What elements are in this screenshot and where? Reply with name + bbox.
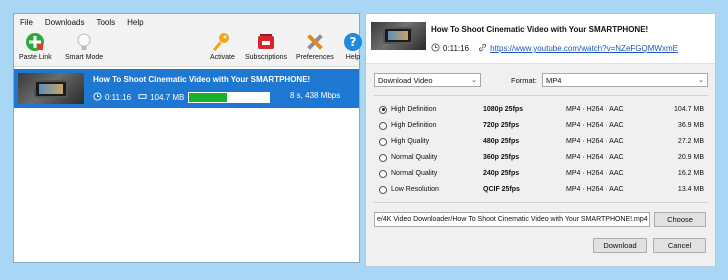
menu-help[interactable]: Help (127, 18, 143, 27)
codec-label: MP4 · H264 · AAC (566, 122, 624, 129)
download-row[interactable]: How To Shoot Cinematic Video with Your S… (14, 69, 359, 108)
help-label: Help (345, 54, 361, 61)
quality-label: Normal Quality (391, 170, 438, 177)
menu-tools[interactable]: Tools (96, 18, 115, 27)
dialog-header: How To Shoot Cinematic Video with Your S… (366, 14, 715, 64)
quality-radio[interactable] (379, 185, 387, 194)
dialog-thumbnail (371, 22, 426, 50)
size-label: 36.9 MB (677, 122, 704, 129)
codec-label: MP4 · H264 · AAC (566, 170, 624, 177)
codec-label: MP4 · H264 · AAC (566, 154, 624, 161)
subscriptions-icon (255, 31, 277, 53)
filesize-icon (138, 92, 147, 103)
codec-label: MP4 · H264 · AAC (566, 186, 624, 193)
resolution-label: QCIF 25fps (483, 186, 520, 193)
size-label: 104.7 MB (674, 106, 704, 113)
dialog-duration: 0:11:16 (443, 44, 470, 53)
toolbar: Paste Link Smart Mode Activate Subscript… (14, 30, 362, 67)
size-label: 13.4 MB (677, 186, 704, 193)
quality-label: High Definition (391, 106, 437, 113)
choose-button[interactable]: Choose (654, 212, 706, 227)
quality-option-row[interactable]: High Quality 480p 25fps MP4 · H264 · AAC 27… (379, 135, 704, 148)
quality-radio[interactable] (379, 137, 387, 146)
size-label: 27.2 MB (677, 138, 704, 145)
link-icon (478, 43, 487, 54)
save-path-value: e/4K Video Downloader/How To Shoot Cinem… (377, 216, 648, 223)
divider (374, 202, 708, 203)
download-duration: 0:11:16 (105, 92, 132, 102)
clock-icon (93, 91, 102, 103)
smart-mode-label: Smart Mode (65, 54, 104, 61)
help-icon: ? (342, 31, 364, 53)
dialog-title: How To Shoot Cinematic Video with Your S… (431, 25, 649, 34)
key-icon (211, 31, 233, 53)
download-meta: 0:11:16 104.7 MB (93, 91, 199, 103)
resolution-label: 360p 25fps (483, 154, 520, 161)
download-size: 104.7 MB (150, 92, 185, 102)
mode-select[interactable]: Download Video ⌄ (374, 73, 481, 87)
quality-radio[interactable] (379, 121, 387, 130)
preferences-button[interactable]: Preferences (296, 31, 334, 61)
quality-radio[interactable] (379, 169, 387, 178)
quality-label: Normal Quality (391, 154, 438, 161)
resolution-label: 480p 25fps (483, 138, 520, 145)
resolution-label: 720p 25fps (483, 122, 520, 129)
paste-link-icon (24, 31, 46, 53)
smart-mode-button[interactable]: Smart Mode (65, 31, 103, 61)
cancel-button[interactable]: Cancel (653, 238, 706, 253)
paste-link-label: Paste Link (19, 54, 52, 61)
quality-option-row[interactable]: Low Resolution QCIF 25fps MP4 · H264 · AAC… (379, 183, 704, 196)
video-thumbnail (18, 73, 84, 104)
size-label: 16.2 MB (677, 170, 704, 177)
codec-label: MP4 · H264 · AAC (566, 106, 624, 113)
download-title: How To Shoot Cinematic Video with Your S… (93, 75, 311, 84)
dialog-meta: 0:11:16 https://www.youtube.com/watch?v=… (431, 43, 678, 54)
codec-label: MP4 · H264 · AAC (566, 138, 624, 145)
activate-label: Activate (210, 54, 235, 61)
download-button[interactable]: Download (593, 238, 647, 253)
lightbulb-icon (73, 31, 95, 53)
chevron-down-icon: ⌄ (471, 77, 477, 84)
menu-downloads[interactable]: Downloads (45, 18, 85, 27)
help-button[interactable]: ? Help (342, 31, 364, 61)
paste-link-button[interactable]: Paste Link (19, 31, 52, 61)
format-select[interactable]: MP4 ⌄ (542, 73, 708, 87)
preferences-label: Preferences (296, 54, 334, 61)
video-url-link[interactable]: https://www.youtube.com/watch?v=NZeFGQMW… (490, 44, 678, 53)
svg-text:?: ? (350, 35, 357, 49)
subscriptions-label: Subscriptions (245, 54, 288, 61)
menu-file[interactable]: File (20, 18, 33, 27)
size-label: 20.9 MB (677, 154, 704, 161)
clock-icon (431, 43, 440, 54)
download-speed: 8 s, 438 Mbps (290, 91, 341, 100)
activate-button[interactable]: Activate (210, 31, 235, 61)
quality-label: High Quality (391, 138, 430, 145)
save-path-field[interactable]: e/4K Video Downloader/How To Shoot Cinem… (374, 212, 650, 227)
quality-radio[interactable] (379, 105, 387, 114)
quality-label: Low Resolution (391, 186, 439, 193)
quality-option-row[interactable]: High Definition 720p 25fps MP4 · H264 · AA… (379, 119, 704, 132)
quality-label: High Definition (391, 122, 437, 129)
download-dialog: How To Shoot Cinematic Video with Your S… (365, 13, 716, 267)
quality-radio[interactable] (379, 153, 387, 162)
quality-option-row[interactable]: Normal Quality 360p 25fps MP4 · H264 · AAC… (379, 151, 704, 164)
format-select-value: MP4 (546, 75, 562, 85)
chevron-down-icon: ⌄ (698, 77, 704, 84)
resolution-label: 240p 25fps (483, 170, 520, 177)
download-progress-fill (189, 93, 228, 102)
tools-icon (304, 31, 326, 53)
quality-option-row[interactable]: High Definition 1080p 25fps MP4 · H264 · A… (379, 103, 704, 116)
mode-select-value: Download Video (378, 75, 433, 85)
subscriptions-button[interactable]: Subscriptions (245, 31, 287, 61)
menu-bar: File Downloads Tools Help (14, 14, 359, 30)
resolution-label: 1080p 25fps (483, 106, 524, 113)
main-window: File Downloads Tools Help Paste Link Sma… (13, 13, 362, 263)
quality-option-row[interactable]: Normal Quality 240p 25fps MP4 · H264 · AAC… (379, 167, 704, 180)
divider (374, 95, 708, 96)
format-label: Format: (511, 76, 537, 85)
download-progress-bar (188, 92, 270, 103)
